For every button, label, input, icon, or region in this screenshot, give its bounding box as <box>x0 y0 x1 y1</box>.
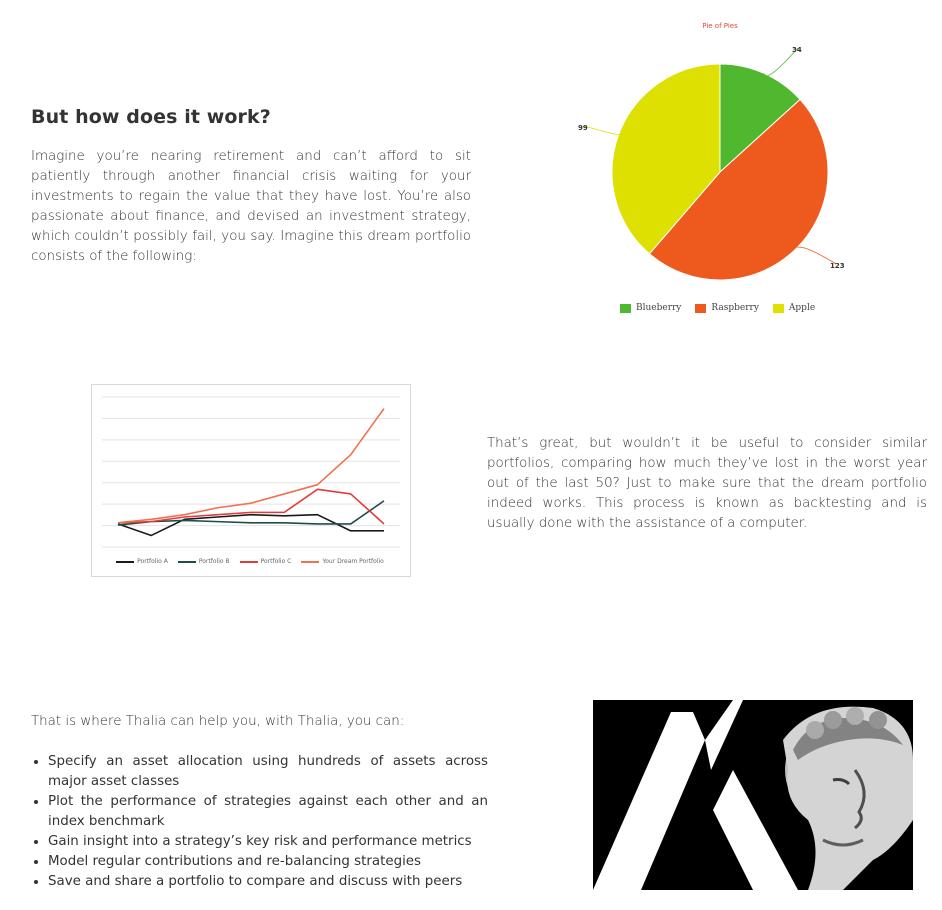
pie-legend: Blueberry Raspberry Apple <box>620 303 815 313</box>
legend-label: Portfolio C <box>260 558 292 565</box>
feature-item: Gain insight into a strategy’s key risk … <box>48 832 488 852</box>
legend-swatch <box>695 303 707 313</box>
line-legend-item: Your Dream Portfolio <box>301 558 384 565</box>
legend-swatch <box>772 303 784 313</box>
pie-legend-item: Apple <box>772 303 816 313</box>
legend-line-swatch <box>177 560 196 563</box>
legend-label: Raspberry <box>711 303 759 313</box>
pie-chart: 34 123 99 <box>578 46 845 281</box>
line-legend-item: Portfolio B <box>177 558 230 565</box>
feature-item: Specify an asset allocation using hundre… <box>48 752 488 792</box>
section-heading: But how does it work? <box>31 106 271 128</box>
pie-leader-line <box>583 125 620 135</box>
legend-swatch <box>620 303 631 313</box>
pie-data-label: 99 <box>578 124 588 132</box>
statue-logo-image <box>593 700 913 890</box>
legend-label: Portfolio B <box>198 558 230 565</box>
backtesting-paragraph: That’s great, but wouldn’t it be useful … <box>487 436 927 531</box>
feature-item: Plot the performance of strategies again… <box>48 792 488 832</box>
line-chart-frame <box>91 384 411 577</box>
pie-data-label: 34 <box>792 46 802 54</box>
line-legend-item: Portfolio C <box>239 558 292 565</box>
feature-item: Model regular contributions and re-balan… <box>48 852 488 872</box>
feature-list: Specify an asset allocation using hundre… <box>31 752 488 892</box>
legend-label: Apple <box>788 303 816 313</box>
series-line-your-dream-portfolio <box>117 408 385 524</box>
line-chart-legend: Portfolio A Portfolio B Portfolio C Your Dr… <box>91 558 409 565</box>
thalia-intro: That is where Thalia can help you, with … <box>31 714 405 729</box>
legend-label: Your Dream Portfolio <box>322 558 384 565</box>
pie-data-label: 123 <box>830 262 845 270</box>
line-chart <box>102 396 400 548</box>
pie-legend-item: Blueberry <box>620 303 681 313</box>
thalia-logo <box>593 700 913 890</box>
line-legend-item: Portfolio A <box>116 558 168 565</box>
legend-label: Portfolio A <box>137 558 168 565</box>
legend-line-swatch <box>116 560 135 563</box>
intro-paragraph: Imagine you’re nearing retirement and ca… <box>31 149 471 264</box>
legend-line-swatch <box>239 560 258 563</box>
pie-legend-item: Raspberry <box>695 303 759 313</box>
legend-line-swatch <box>301 560 320 563</box>
legend-label: Blueberry <box>636 303 682 313</box>
feature-item: Save and share a portfolio to compare an… <box>48 872 488 892</box>
pie-chart-title: Pie of Pies <box>702 22 738 30</box>
